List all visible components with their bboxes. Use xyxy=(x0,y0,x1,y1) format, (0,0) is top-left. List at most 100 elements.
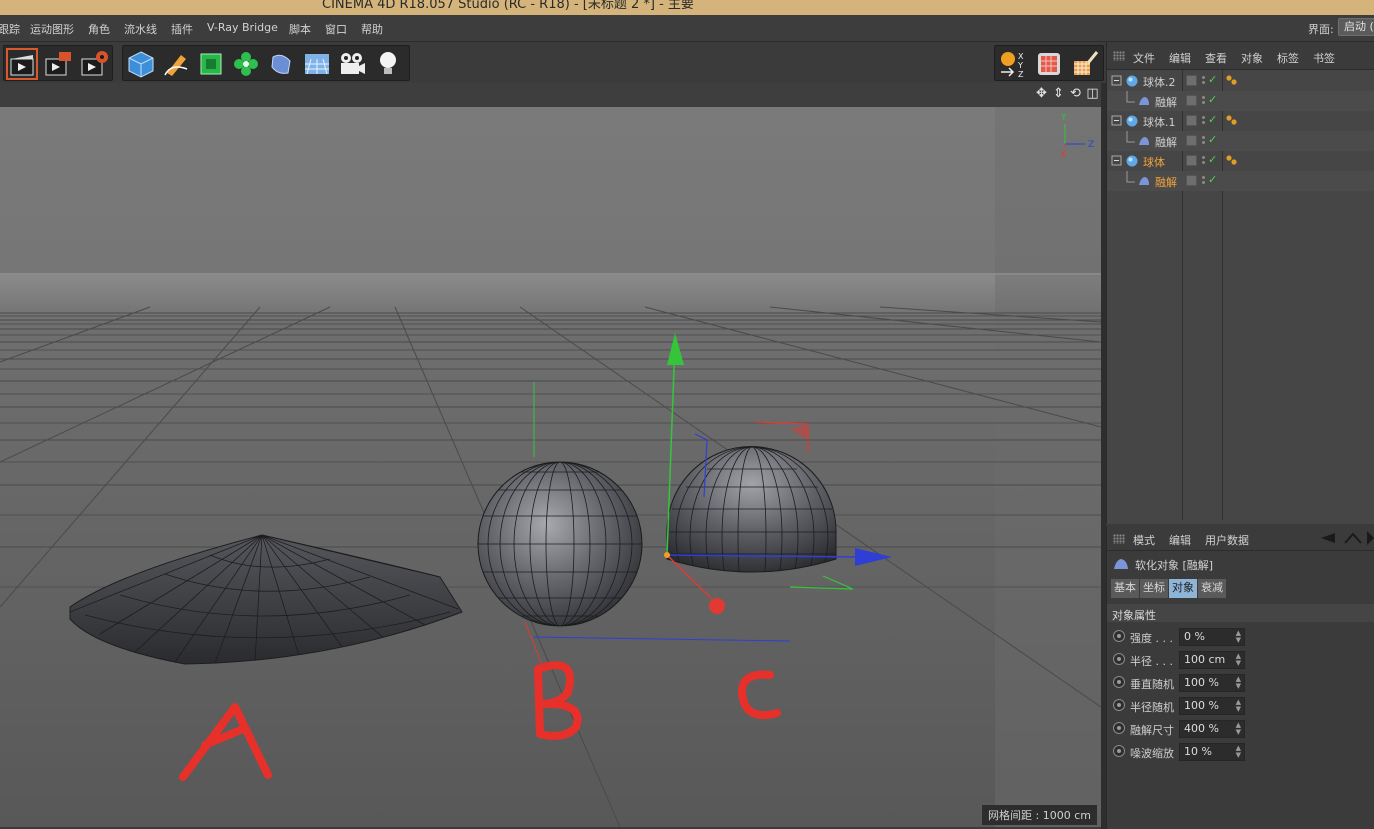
toggle-view-icon[interactable]: ◫ xyxy=(1085,86,1100,102)
property-value-field[interactable]: 400 % ▲ ▼ xyxy=(1179,720,1245,738)
rotate-view-icon[interactable]: ⟲ xyxy=(1068,86,1083,102)
menu-window[interactable]: 窗口 xyxy=(325,21,347,37)
menu-pipeline[interactable]: 流水线 xyxy=(124,21,157,37)
layout-select[interactable]: 启动 ( xyxy=(1338,18,1374,36)
spinner-arrows-icon[interactable]: ▲ ▼ xyxy=(1236,699,1241,713)
animation-radio-icon[interactable] xyxy=(1113,630,1125,642)
animation-radio-icon[interactable] xyxy=(1113,676,1125,688)
spinner-arrows-icon[interactable]: ▲ ▼ xyxy=(1236,676,1241,690)
enabled-check-icon[interactable]: ✓ xyxy=(1208,173,1217,186)
tab-object[interactable]: 对象 xyxy=(1169,579,1197,598)
collapse-icon[interactable] xyxy=(1111,115,1123,127)
object-row-sphere[interactable]: 球体 ✓ xyxy=(1107,151,1374,171)
am-menu-mode[interactable]: 模式 xyxy=(1133,532,1155,548)
x-axis-handle-ball[interactable] xyxy=(709,598,725,614)
enabled-check-icon[interactable]: ✓ xyxy=(1208,153,1217,166)
object-name[interactable]: 球体.2 xyxy=(1143,74,1176,90)
menu-script[interactable]: 脚本 xyxy=(289,21,311,37)
om-menu-objects[interactable]: 对象 xyxy=(1241,50,1263,66)
object-row-sphere-2[interactable]: 球体.2 ✓ xyxy=(1107,71,1374,91)
menu-plugins[interactable]: 插件 xyxy=(171,21,193,37)
animation-radio-icon[interactable] xyxy=(1113,653,1125,665)
am-menu-edit[interactable]: 编辑 xyxy=(1169,532,1191,548)
visibility-toggle[interactable] xyxy=(1202,174,1206,188)
animation-radio-icon[interactable] xyxy=(1113,699,1125,711)
om-menu-bookmarks[interactable]: 书签 xyxy=(1313,50,1335,66)
panel-grip-icon[interactable] xyxy=(1113,534,1125,544)
deformer-button[interactable] xyxy=(265,48,297,80)
visibility-toggle[interactable] xyxy=(1202,154,1206,168)
spinner-arrows-icon[interactable]: ▲ ▼ xyxy=(1236,653,1241,667)
layer-toggle[interactable] xyxy=(1186,115,1197,126)
om-menu-edit[interactable]: 编辑 xyxy=(1169,50,1191,66)
menu-character[interactable]: 角色 xyxy=(88,21,110,37)
spinner-arrows-icon[interactable]: ▲ ▼ xyxy=(1236,722,1241,736)
visibility-toggle[interactable] xyxy=(1202,74,1206,88)
object-row-melt-1[interactable]: 融解 ✓ xyxy=(1107,91,1374,111)
property-value-field[interactable]: 100 % ▲ ▼ xyxy=(1179,674,1245,692)
property-value-field[interactable]: 100 cm ▲ ▼ xyxy=(1179,651,1245,669)
collapse-icon[interactable] xyxy=(1111,75,1123,87)
melt-tag-icon[interactable] xyxy=(1225,74,1239,88)
menu-help[interactable]: 帮助 xyxy=(361,21,383,37)
object-name[interactable]: 球体 xyxy=(1143,154,1165,170)
zoom-view-icon[interactable]: ⇕ xyxy=(1051,86,1066,102)
spinner-arrows-icon[interactable]: ▲ ▼ xyxy=(1236,630,1241,644)
cloner-button[interactable] xyxy=(230,48,262,80)
perspective-viewport[interactable]: Y Z X 网格间距 : 1000 cm xyxy=(0,107,1101,827)
coordinate-system-button[interactable]: X Y Z xyxy=(997,48,1029,80)
camera-button[interactable] xyxy=(336,48,368,80)
melt-tag-icon[interactable] xyxy=(1225,114,1239,128)
enabled-check-icon[interactable]: ✓ xyxy=(1208,113,1217,126)
move-view-icon[interactable]: ✥ xyxy=(1034,86,1049,102)
menu-tracking[interactable]: 跟踪 xyxy=(0,21,20,37)
tab-falloff[interactable]: 衰减 xyxy=(1198,579,1226,598)
layer-toggle[interactable] xyxy=(1186,75,1197,86)
spinner-arrows-icon[interactable]: ▲ ▼ xyxy=(1236,745,1241,759)
animation-radio-icon[interactable] xyxy=(1113,745,1125,757)
menu-vray-bridge[interactable]: V-Ray Bridge xyxy=(207,21,278,34)
paint-mode-button[interactable] xyxy=(1069,48,1101,80)
subdivision-surface-button[interactable] xyxy=(195,48,227,80)
layer-toggle[interactable] xyxy=(1186,155,1197,166)
tab-coordinates[interactable]: 坐标 xyxy=(1140,579,1168,598)
visibility-toggle[interactable] xyxy=(1202,134,1206,148)
collapse-icon[interactable] xyxy=(1111,155,1123,167)
enabled-check-icon[interactable]: ✓ xyxy=(1208,133,1217,146)
layer-toggle[interactable] xyxy=(1186,175,1197,186)
panel-grip-icon[interactable] xyxy=(1113,51,1125,61)
object-row-sphere-1[interactable]: 球体.1 ✓ xyxy=(1107,111,1374,131)
om-menu-view[interactable]: 查看 xyxy=(1205,50,1227,66)
object-name[interactable]: 融解 xyxy=(1155,94,1177,110)
render-active-view-button[interactable] xyxy=(6,48,38,80)
enabled-check-icon[interactable]: ✓ xyxy=(1208,73,1217,86)
forward-arrow-icon[interactable] xyxy=(1365,530,1374,546)
layer-toggle[interactable] xyxy=(1186,135,1197,146)
up-arrow-icon[interactable] xyxy=(1343,532,1363,544)
render-settings-button[interactable] xyxy=(78,48,110,80)
am-menu-user-data[interactable]: 用户数据 xyxy=(1205,532,1249,548)
om-menu-tags[interactable]: 标签 xyxy=(1277,50,1299,66)
object-b-sphere[interactable] xyxy=(477,461,643,627)
add-cube-button[interactable] xyxy=(125,48,157,80)
enabled-check-icon[interactable]: ✓ xyxy=(1208,93,1217,106)
menu-mograph[interactable]: 运动图形 xyxy=(30,21,74,37)
object-name[interactable]: 融解 xyxy=(1155,174,1177,190)
pen-tool-button[interactable] xyxy=(160,48,192,80)
light-button[interactable] xyxy=(372,48,404,80)
tab-basic[interactable]: 基本 xyxy=(1111,579,1139,598)
object-name[interactable]: 球体.1 xyxy=(1143,114,1176,130)
om-menu-file[interactable]: 文件 xyxy=(1133,50,1155,66)
texture-mode-button[interactable] xyxy=(1033,48,1065,80)
object-row-melt-selected[interactable]: 融解 ✓ xyxy=(1107,171,1374,191)
object-row-melt-2[interactable]: 融解 ✓ xyxy=(1107,131,1374,151)
property-value-field[interactable]: 0 % ▲ ▼ xyxy=(1179,628,1245,646)
visibility-toggle[interactable] xyxy=(1202,114,1206,128)
object-name[interactable]: 融解 xyxy=(1155,134,1177,150)
melt-tag-icon[interactable] xyxy=(1225,154,1239,168)
animation-radio-icon[interactable] xyxy=(1113,722,1125,734)
visibility-toggle[interactable] xyxy=(1202,94,1206,108)
property-value-field[interactable]: 10 % ▲ ▼ xyxy=(1179,743,1245,761)
layer-toggle[interactable] xyxy=(1186,95,1197,106)
property-value-field[interactable]: 100 % ▲ ▼ xyxy=(1179,697,1245,715)
